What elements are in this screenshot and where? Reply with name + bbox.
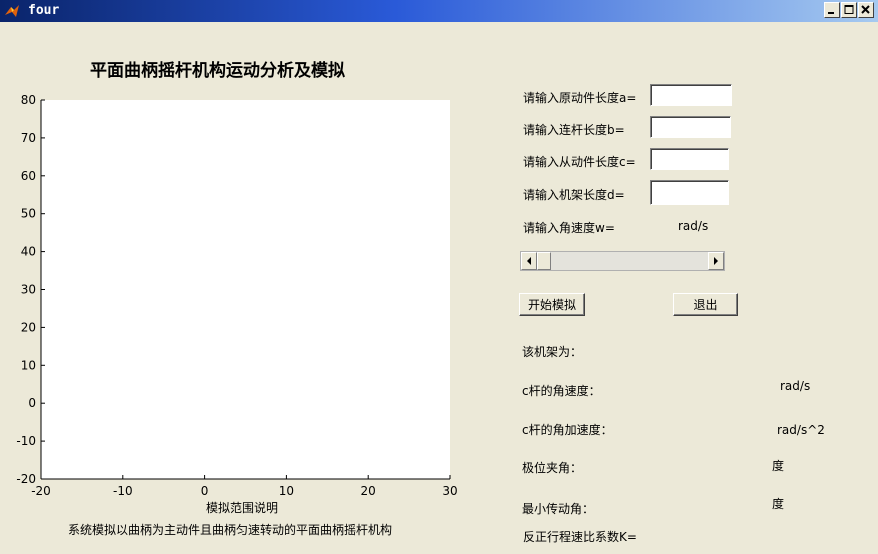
- y-tick-label: 80: [21, 93, 36, 107]
- c-angular-velocity-label: c杆的角速度：: [522, 384, 601, 398]
- x-tick-label: -20: [31, 484, 51, 498]
- input-a-label: 请输入原动件长度a=: [523, 91, 637, 105]
- input-b-label: 请输入连杆长度b=: [523, 123, 625, 137]
- y-tick-label: 60: [21, 169, 36, 183]
- slider-track[interactable]: [537, 252, 708, 270]
- c-angular-acceleration-label: c杆的角加速度：: [522, 423, 613, 437]
- frame-result-label: 该机架为：: [522, 345, 583, 359]
- c-angular-acceleration-unit: rad/s^2: [777, 423, 825, 437]
- y-tick-label: 10: [21, 358, 36, 372]
- plot-axes: -20 -10 0 10 20 30 80 70 60 50 40 30 20 10 0 -10 -20: [16, 93, 457, 498]
- y-tick-label: 0: [28, 396, 36, 410]
- plot-area: [41, 100, 450, 479]
- x-tick-label: 10: [279, 484, 294, 498]
- input-c-label: 请输入从动件长度c=: [523, 155, 636, 169]
- input-d-label: 请输入机架长度d=: [523, 188, 625, 202]
- exit-button[interactable]: 退出: [673, 293, 738, 316]
- plot-caption: 系统模拟以曲柄为主动件且曲柄匀速转动的平面曲柄摇杆机构: [68, 523, 393, 537]
- y-tick-label: 30: [21, 283, 36, 297]
- slider-right-arrow[interactable]: [708, 252, 724, 270]
- arrow-right-icon: [714, 257, 718, 265]
- x-tick-label: 20: [361, 484, 376, 498]
- min-transmission-angle-label: 最小传动角：: [522, 502, 595, 516]
- input-w-label: 请输入角速度w=: [523, 221, 615, 235]
- min-transmission-angle-unit: 度: [772, 497, 785, 511]
- x-axis-label: 模拟范围说明: [206, 501, 279, 515]
- x-tick-label: 0: [201, 484, 209, 498]
- slider-left-arrow[interactable]: [521, 252, 537, 270]
- start-simulation-button[interactable]: 开始模拟: [519, 293, 585, 316]
- input-b-field[interactable]: [650, 116, 731, 138]
- w-unit-label: rad/s: [678, 219, 709, 233]
- x-tick-label: 30: [442, 484, 457, 498]
- input-c-field[interactable]: [650, 148, 729, 170]
- y-tick-label: -10: [16, 434, 36, 448]
- polar-angle-unit: 度: [772, 459, 785, 473]
- angular-velocity-slider[interactable]: [520, 251, 725, 271]
- y-tick-label: 70: [21, 131, 36, 145]
- y-tick-label: -20: [16, 472, 36, 486]
- y-tick-label: 50: [21, 207, 36, 221]
- y-tick-label: 20: [21, 320, 36, 334]
- c-angular-velocity-unit: rad/s: [780, 379, 811, 393]
- input-d-field[interactable]: [650, 180, 729, 205]
- x-tick-label: -10: [113, 484, 133, 498]
- polar-angle-label: 极位夹角：: [522, 461, 583, 475]
- speed-ratio-k-label: 反正行程速比系数K=: [523, 530, 637, 544]
- arrow-left-icon: [527, 257, 531, 265]
- slider-thumb[interactable]: [537, 252, 551, 270]
- y-tick-label: 40: [21, 245, 36, 259]
- input-a-field[interactable]: [650, 84, 732, 106]
